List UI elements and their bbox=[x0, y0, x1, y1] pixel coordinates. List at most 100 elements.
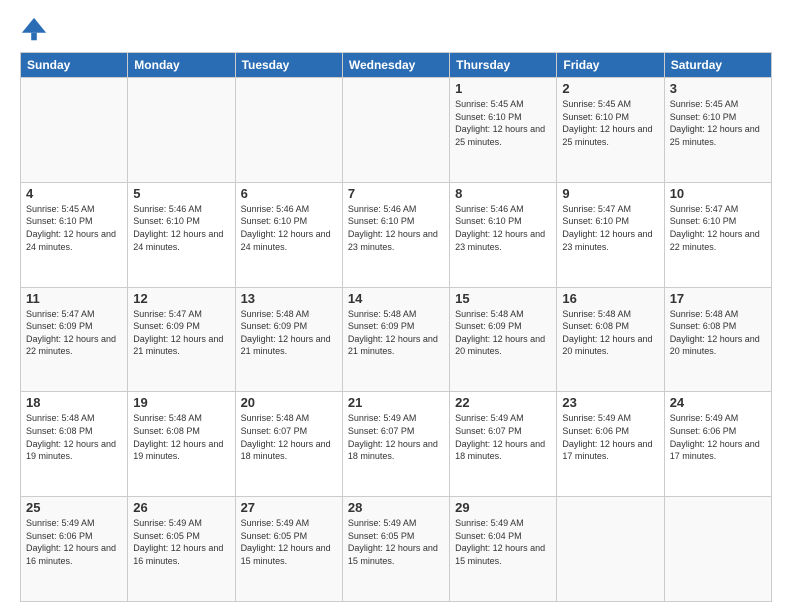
day-info: Sunrise: 5:46 AM Sunset: 6:10 PM Dayligh… bbox=[455, 203, 551, 253]
calendar-week-4: 25Sunrise: 5:49 AM Sunset: 6:06 PM Dayli… bbox=[21, 497, 772, 602]
calendar-cell: 10 Sunrise: 5:47 AM Sunset: 6:10 PM Dayli… bbox=[664, 182, 771, 287]
day-info: Sunrise: 5:45 AM Sunset: 6:10 PM Dayligh… bbox=[562, 98, 658, 148]
day-info: Sunrise: 5:48 AM Sunset: 6:09 PM Dayligh… bbox=[455, 308, 551, 358]
calendar-cell: 17 Sunrise: 5:48 AM Sunset: 6:08 PM Dayli… bbox=[664, 287, 771, 392]
weekday-header-friday: Friday bbox=[557, 53, 664, 78]
day-info: Sunrise: 5:45 AM Sunset: 6:10 PM Dayligh… bbox=[26, 203, 122, 253]
day-number: 9 bbox=[562, 186, 658, 201]
calendar-cell: 28 Sunrise: 5:49 AM Sunset: 6:05 PM Dayli… bbox=[342, 497, 449, 602]
calendar-cell: 6 Sunrise: 5:46 AM Sunset: 6:10 PM Daylig… bbox=[235, 182, 342, 287]
calendar-cell: 29Sunrise: 5:49 AM Sunset: 6:04 PM Dayli… bbox=[450, 497, 557, 602]
day-number: 16 bbox=[562, 291, 658, 306]
calendar-week-3: 18 Sunrise: 5:48 AM Sunset: 6:08 PM Dayli… bbox=[21, 392, 772, 497]
calendar-cell: 15 Sunrise: 5:48 AM Sunset: 6:09 PM Dayli… bbox=[450, 287, 557, 392]
day-info: Sunrise: 5:49 AM Sunset: 6:05 PM Dayligh… bbox=[348, 517, 444, 567]
weekday-header-tuesday: Tuesday bbox=[235, 53, 342, 78]
day-number: 20 bbox=[241, 395, 337, 410]
calendar-cell: 24 Sunrise: 5:49 AM Sunset: 6:06 PM Dayli… bbox=[664, 392, 771, 497]
day-info: Sunrise: 5:46 AM Sunset: 6:10 PM Dayligh… bbox=[241, 203, 337, 253]
day-number: 10 bbox=[670, 186, 766, 201]
weekday-header-thursday: Thursday bbox=[450, 53, 557, 78]
calendar-cell: 2 Sunrise: 5:45 AM Sunset: 6:10 PM Daylig… bbox=[557, 78, 664, 183]
day-number: 2 bbox=[562, 81, 658, 96]
calendar-cell: 18 Sunrise: 5:48 AM Sunset: 6:08 PM Dayli… bbox=[21, 392, 128, 497]
calendar-cell: 11Sunrise: 5:47 AM Sunset: 6:09 PM Dayli… bbox=[21, 287, 128, 392]
day-number: 27 bbox=[241, 500, 337, 515]
day-info: Sunrise: 5:47 AM Sunset: 6:10 PM Dayligh… bbox=[670, 203, 766, 253]
calendar-cell: 20 Sunrise: 5:48 AM Sunset: 6:07 PM Dayli… bbox=[235, 392, 342, 497]
day-info: Sunrise: 5:49 AM Sunset: 6:07 PM Dayligh… bbox=[348, 412, 444, 462]
day-info: Sunrise: 5:45 AM Sunset: 6:10 PM Dayligh… bbox=[670, 98, 766, 148]
calendar-cell: 12 Sunrise: 5:47 AM Sunset: 6:09 PM Dayli… bbox=[128, 287, 235, 392]
weekday-row: SundayMondayTuesdayWednesdayThursdayFrid… bbox=[21, 53, 772, 78]
calendar-table: SundayMondayTuesdayWednesdayThursdayFrid… bbox=[20, 52, 772, 602]
weekday-header-saturday: Saturday bbox=[664, 53, 771, 78]
calendar-cell: 9Sunrise: 5:47 AM Sunset: 6:10 PM Daylig… bbox=[557, 182, 664, 287]
day-number: 23 bbox=[562, 395, 658, 410]
day-info: Sunrise: 5:48 AM Sunset: 6:07 PM Dayligh… bbox=[241, 412, 337, 462]
calendar-cell: 5 Sunrise: 5:46 AM Sunset: 6:10 PM Daylig… bbox=[128, 182, 235, 287]
calendar-week-1: 4 Sunrise: 5:45 AM Sunset: 6:10 PM Daylig… bbox=[21, 182, 772, 287]
calendar-cell bbox=[128, 78, 235, 183]
day-number: 29 bbox=[455, 500, 551, 515]
day-info: Sunrise: 5:46 AM Sunset: 6:10 PM Dayligh… bbox=[348, 203, 444, 253]
calendar-body: 1 Sunrise: 5:45 AM Sunset: 6:10 PM Daylig… bbox=[21, 78, 772, 602]
calendar-cell: 25Sunrise: 5:49 AM Sunset: 6:06 PM Dayli… bbox=[21, 497, 128, 602]
calendar-cell: 13Sunrise: 5:48 AM Sunset: 6:09 PM Dayli… bbox=[235, 287, 342, 392]
day-info: Sunrise: 5:47 AM Sunset: 6:09 PM Dayligh… bbox=[26, 308, 122, 358]
day-info: Sunrise: 5:45 AM Sunset: 6:10 PM Dayligh… bbox=[455, 98, 551, 148]
day-info: Sunrise: 5:49 AM Sunset: 6:06 PM Dayligh… bbox=[562, 412, 658, 462]
header bbox=[20, 16, 772, 44]
day-number: 17 bbox=[670, 291, 766, 306]
day-number: 26 bbox=[133, 500, 229, 515]
day-info: Sunrise: 5:48 AM Sunset: 6:08 PM Dayligh… bbox=[26, 412, 122, 462]
day-info: Sunrise: 5:47 AM Sunset: 6:09 PM Dayligh… bbox=[133, 308, 229, 358]
calendar-week-0: 1 Sunrise: 5:45 AM Sunset: 6:10 PM Daylig… bbox=[21, 78, 772, 183]
day-info: Sunrise: 5:49 AM Sunset: 6:06 PM Dayligh… bbox=[670, 412, 766, 462]
weekday-header-wednesday: Wednesday bbox=[342, 53, 449, 78]
calendar-cell: 4 Sunrise: 5:45 AM Sunset: 6:10 PM Daylig… bbox=[21, 182, 128, 287]
logo-icon bbox=[20, 16, 48, 44]
day-number: 7 bbox=[348, 186, 444, 201]
day-number: 1 bbox=[455, 81, 551, 96]
calendar-week-2: 11Sunrise: 5:47 AM Sunset: 6:09 PM Dayli… bbox=[21, 287, 772, 392]
calendar-cell: 16Sunrise: 5:48 AM Sunset: 6:08 PM Dayli… bbox=[557, 287, 664, 392]
calendar-cell bbox=[557, 497, 664, 602]
day-number: 13 bbox=[241, 291, 337, 306]
day-number: 15 bbox=[455, 291, 551, 306]
day-number: 28 bbox=[348, 500, 444, 515]
day-info: Sunrise: 5:49 AM Sunset: 6:05 PM Dayligh… bbox=[241, 517, 337, 567]
day-number: 5 bbox=[133, 186, 229, 201]
calendar-cell bbox=[21, 78, 128, 183]
day-number: 14 bbox=[348, 291, 444, 306]
weekday-header-monday: Monday bbox=[128, 53, 235, 78]
calendar-header: SundayMondayTuesdayWednesdayThursdayFrid… bbox=[21, 53, 772, 78]
day-number: 3 bbox=[670, 81, 766, 96]
calendar-cell bbox=[664, 497, 771, 602]
calendar-cell: 22 Sunrise: 5:49 AM Sunset: 6:07 PM Dayli… bbox=[450, 392, 557, 497]
day-info: Sunrise: 5:49 AM Sunset: 6:07 PM Dayligh… bbox=[455, 412, 551, 462]
calendar-cell: 19Sunrise: 5:48 AM Sunset: 6:08 PM Dayli… bbox=[128, 392, 235, 497]
day-number: 6 bbox=[241, 186, 337, 201]
day-number: 12 bbox=[133, 291, 229, 306]
calendar-cell: 26Sunrise: 5:49 AM Sunset: 6:05 PM Dayli… bbox=[128, 497, 235, 602]
calendar-cell: 7 Sunrise: 5:46 AM Sunset: 6:10 PM Daylig… bbox=[342, 182, 449, 287]
day-info: Sunrise: 5:46 AM Sunset: 6:10 PM Dayligh… bbox=[133, 203, 229, 253]
calendar-cell: 23 Sunrise: 5:49 AM Sunset: 6:06 PM Dayli… bbox=[557, 392, 664, 497]
day-number: 22 bbox=[455, 395, 551, 410]
day-number: 21 bbox=[348, 395, 444, 410]
day-info: Sunrise: 5:49 AM Sunset: 6:06 PM Dayligh… bbox=[26, 517, 122, 567]
calendar-cell: 8Sunrise: 5:46 AM Sunset: 6:10 PM Daylig… bbox=[450, 182, 557, 287]
day-number: 4 bbox=[26, 186, 122, 201]
calendar-cell: 21 Sunrise: 5:49 AM Sunset: 6:07 PM Dayli… bbox=[342, 392, 449, 497]
day-info: Sunrise: 5:48 AM Sunset: 6:08 PM Dayligh… bbox=[670, 308, 766, 358]
weekday-header-sunday: Sunday bbox=[21, 53, 128, 78]
calendar-cell bbox=[342, 78, 449, 183]
day-number: 24 bbox=[670, 395, 766, 410]
calendar-cell: 1 Sunrise: 5:45 AM Sunset: 6:10 PM Daylig… bbox=[450, 78, 557, 183]
day-info: Sunrise: 5:48 AM Sunset: 6:08 PM Dayligh… bbox=[133, 412, 229, 462]
calendar-cell: 14Sunrise: 5:48 AM Sunset: 6:09 PM Dayli… bbox=[342, 287, 449, 392]
day-number: 18 bbox=[26, 395, 122, 410]
calendar-cell: 3 Sunrise: 5:45 AM Sunset: 6:10 PM Daylig… bbox=[664, 78, 771, 183]
logo bbox=[20, 16, 52, 44]
